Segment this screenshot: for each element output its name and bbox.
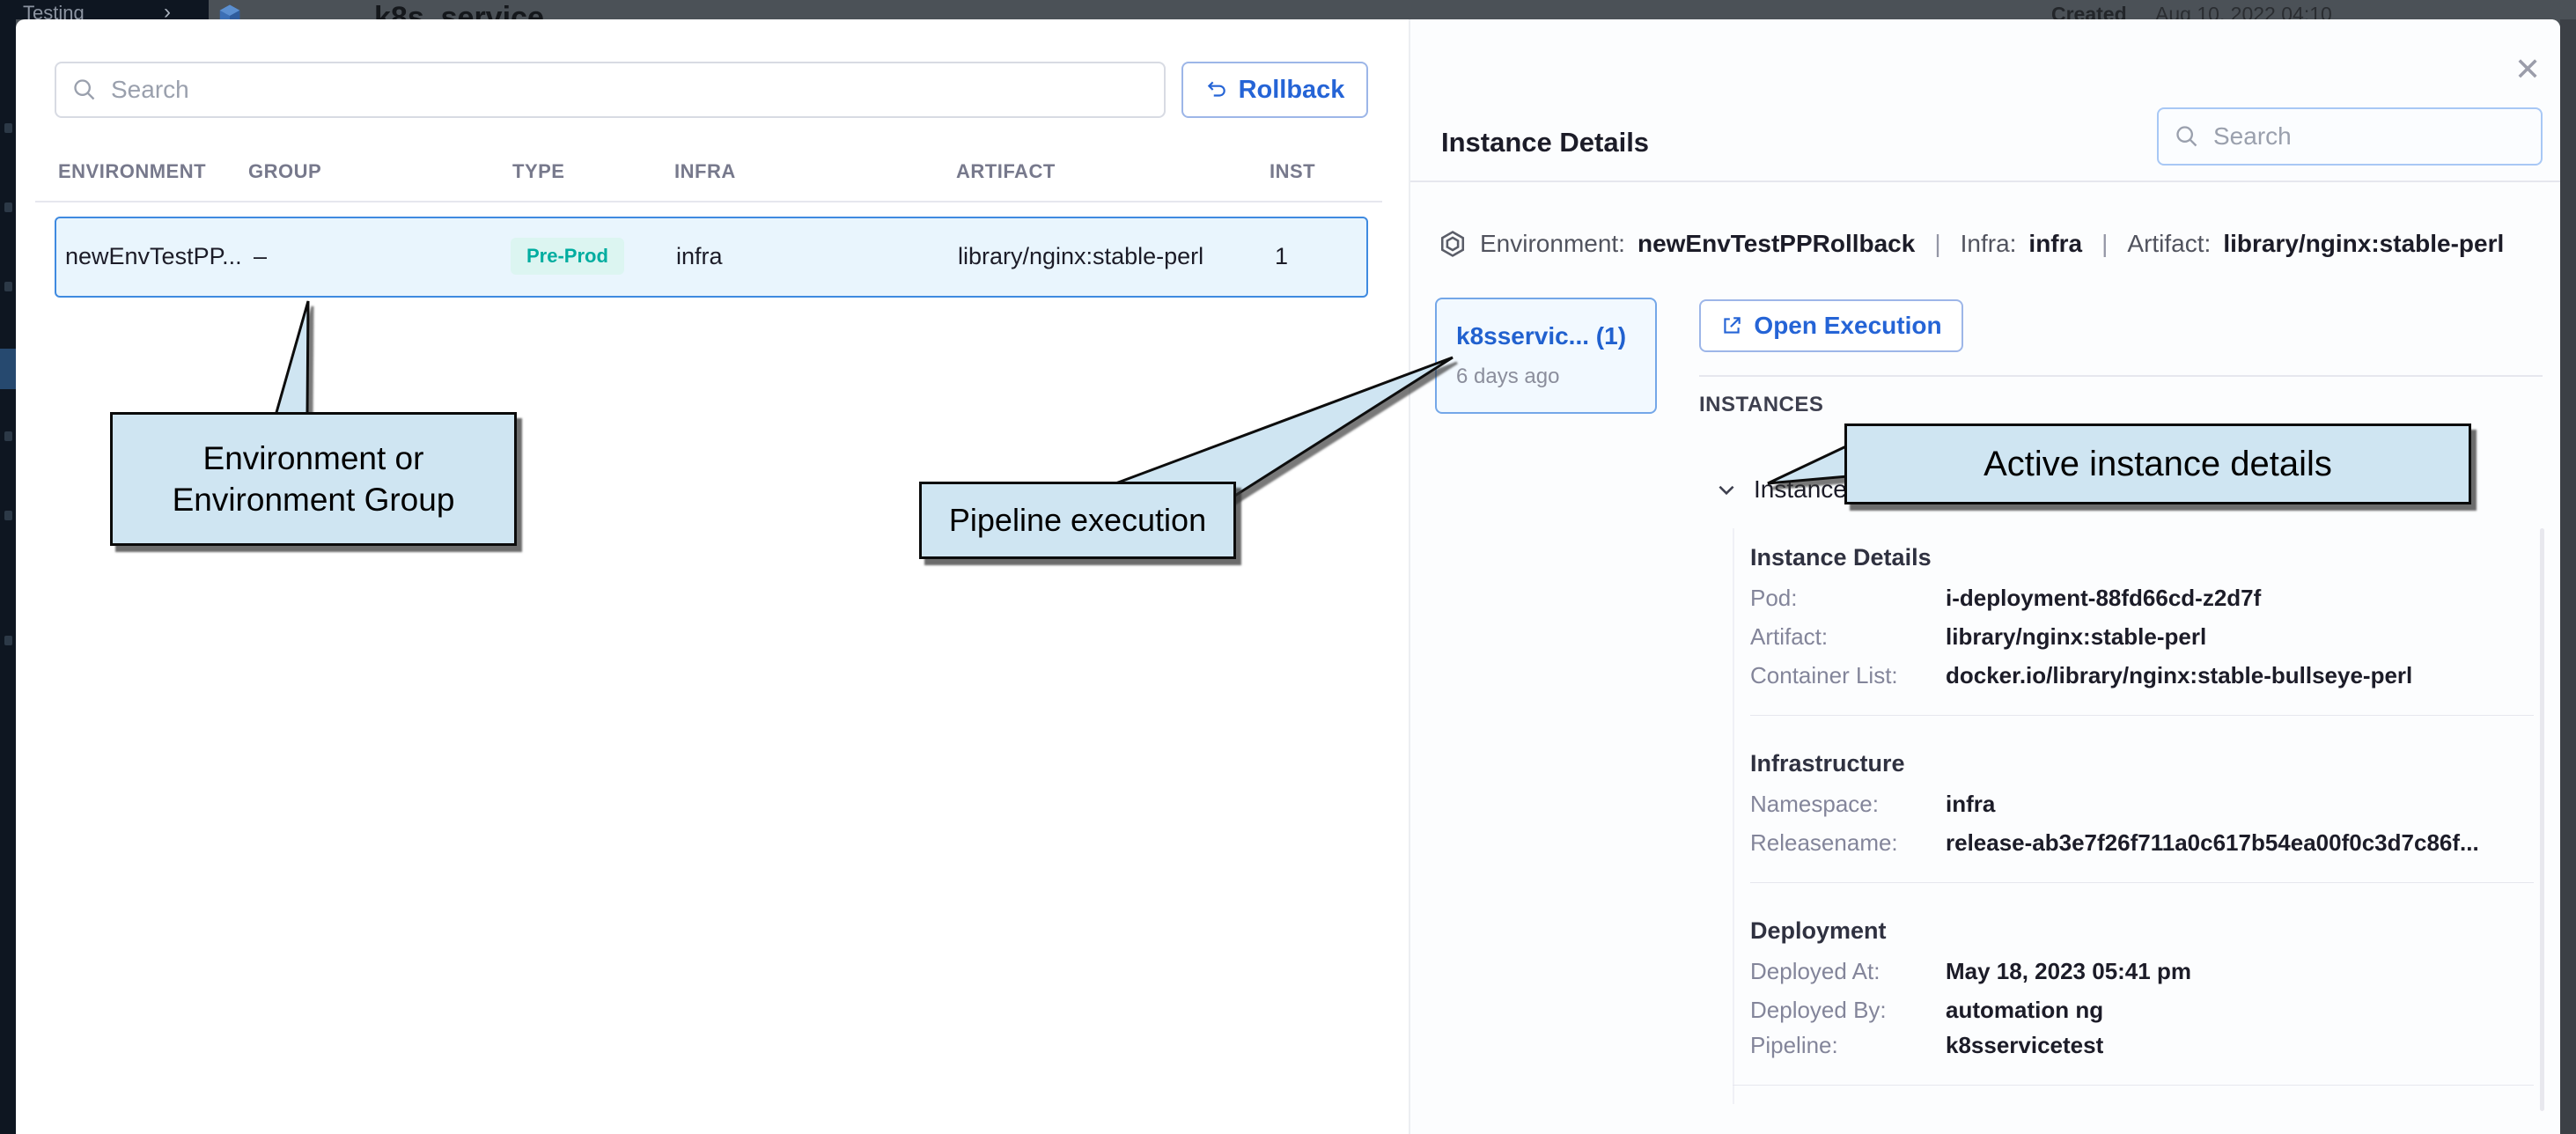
field-value: automation ng — [1946, 997, 2103, 1024]
col-environment: ENVIRONMENT — [58, 160, 206, 183]
sidebar-item-fragment — [4, 202, 12, 212]
environment-label: Environment: — [1480, 230, 1625, 258]
col-artifact: ARTIFACT — [956, 160, 1056, 183]
scrollbar[interactable] — [2540, 528, 2544, 1111]
pane-divider — [1409, 19, 1410, 1134]
callout-text: Active instance details — [1984, 445, 2332, 484]
artifact-label: Artifact: — [2127, 230, 2211, 258]
section-heading: Instance Details — [1750, 544, 1932, 571]
rollback-icon — [1205, 78, 1228, 101]
sidebar-item-fragment — [4, 282, 12, 291]
execution-name: k8sservic... (1) — [1456, 322, 1626, 350]
field-value: May 18, 2023 05:41 pm — [1946, 958, 2191, 985]
field-label: Pipeline: — [1750, 1032, 1838, 1059]
field-value: k8sservicetest — [1946, 1032, 2103, 1059]
field-value: infra — [1946, 791, 1995, 818]
section-divider — [1750, 882, 2534, 883]
page-title: k8s_service — [374, 1, 544, 19]
rollback-button-label: Rollback — [1239, 76, 1345, 105]
environment-value: newEnvTestPPRollback — [1638, 230, 1915, 258]
callout-text: Environment Group — [173, 479, 455, 520]
background-sidebar — [0, 19, 16, 1134]
sidebar-active-item — [0, 349, 16, 389]
infra-value: infra — [2028, 230, 2082, 258]
environment-icon — [1438, 229, 1468, 259]
background-breadcrumb: Testing › — [0, 0, 209, 19]
background-header: Testing › k8s_service Created Aug 10, 20… — [0, 0, 2576, 19]
chevron-down-icon — [1715, 478, 1738, 501]
external-link-icon — [1720, 314, 1743, 337]
preprod-badge: Pre-Prod — [511, 238, 624, 275]
section-heading: Deployment — [1750, 917, 1887, 945]
created-label: Created — [2051, 3, 2127, 19]
rollback-modal: Rollback ENVIRONMENT GROUP TYPE INFRA AR… — [16, 19, 2560, 1134]
rollback-button[interactable]: Rollback — [1181, 62, 1368, 118]
sidebar-item-fragment — [4, 636, 12, 645]
execution-card[interactable]: k8sservic... (1) 6 days ago — [1435, 298, 1657, 414]
field-label: Releasename: — [1750, 829, 1898, 857]
field-label: Container List: — [1750, 662, 1898, 689]
row-infra: infra — [676, 243, 723, 270]
section-heading: Infrastructure — [1750, 750, 1905, 777]
environment-search-input[interactable] — [55, 62, 1166, 118]
field-label: Namespace: — [1750, 791, 1879, 818]
section-divider — [1750, 715, 2534, 716]
col-group: GROUP — [248, 160, 321, 183]
chevron-right-icon: › — [164, 0, 171, 19]
execution-time: 6 days ago — [1456, 364, 1559, 389]
field-label: Deployed By: — [1750, 997, 1887, 1024]
callout-pipeline-execution: Pipeline execution — [919, 482, 1236, 559]
open-execution-label: Open Execution — [1754, 312, 1941, 340]
search-icon — [2175, 124, 2199, 149]
created-value: Aug 10, 2022 04:10 — [2155, 3, 2332, 19]
instances-divider — [1699, 375, 2543, 377]
sidebar-item-fragment — [4, 123, 12, 133]
field-label: Deployed At: — [1750, 958, 1880, 985]
instances-heading: INSTANCES — [1699, 393, 1823, 417]
infra-label: Infra: — [1961, 230, 2017, 258]
field-label: Artifact: — [1750, 623, 1828, 651]
environment-summary: Environment: newEnvTestPPRollback | Infr… — [1438, 229, 2504, 259]
sidebar-item-fragment — [4, 431, 12, 441]
search-icon — [72, 77, 97, 102]
artifact-value: library/nginx:stable-perl — [2223, 230, 2504, 258]
separator: | — [2094, 230, 2115, 258]
row-artifact: library/nginx:stable-perl — [958, 243, 1203, 270]
details-header-divider — [1410, 180, 2560, 182]
close-icon[interactable]: ✕ — [2514, 51, 2541, 88]
section-divider — [1733, 1085, 2534, 1086]
service-cube-icon — [217, 3, 243, 19]
col-infra: INFRA — [674, 160, 736, 183]
screen: Testing › k8s_service Created Aug 10, 20… — [0, 0, 2576, 1134]
open-execution-button[interactable]: Open Execution — [1699, 299, 1963, 352]
callout-environment: Environment or Environment Group — [110, 412, 517, 546]
row-environment: newEnvTestPP... — [65, 243, 242, 270]
callout-active-instance: Active instance details — [1844, 423, 2471, 504]
separator: | — [1927, 230, 1947, 258]
field-value: release-ab3e7f26f711a0c617b54ea00f0c3d7c… — [1946, 829, 2479, 857]
sidebar-item-fragment — [4, 511, 12, 520]
col-type: TYPE — [512, 160, 564, 183]
callout-text: Pipeline execution — [949, 502, 1206, 539]
row-inst: 1 — [1275, 243, 1288, 270]
breadcrumb: Testing — [23, 2, 85, 19]
field-value: docker.io/library/nginx:stable-bullseye-… — [1946, 662, 2412, 689]
callout-text: Environment or — [203, 438, 424, 479]
field-label: Pod: — [1750, 585, 1798, 612]
field-value: library/nginx:stable-perl — [1946, 623, 2206, 651]
col-inst: INST — [1270, 160, 1315, 183]
environment-table-row[interactable]: newEnvTestPP... – Pre-Prod infra library… — [55, 217, 1368, 298]
instance-content-edge — [1733, 528, 1734, 1104]
background-right-strip — [2560, 19, 2576, 1134]
instance-search-field[interactable] — [2212, 122, 2533, 151]
instance-search-input[interactable] — [2157, 107, 2543, 166]
details-title: Instance Details — [1441, 127, 1649, 158]
environment-search-field[interactable] — [109, 75, 1148, 105]
field-value: i-deployment-88fd66cd-z2d7f — [1946, 585, 2261, 612]
row-group: – — [254, 243, 267, 270]
table-header-divider — [35, 201, 1382, 202]
